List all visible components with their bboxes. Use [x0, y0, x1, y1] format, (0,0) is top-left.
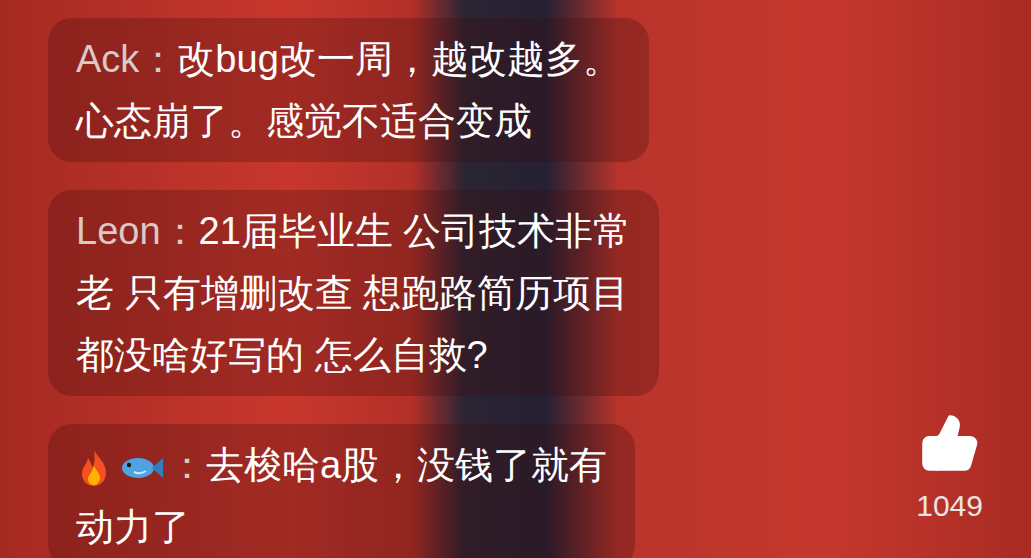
comment-bubble: ：去梭哈a股，没钱了就有动力了 — [48, 424, 635, 558]
fire-icon — [76, 448, 112, 488]
comment-text: 心态崩了。感觉不适合变成 — [76, 100, 532, 142]
fish-icon — [118, 452, 164, 484]
comment-text: 去梭哈a股，没钱了就有 — [206, 444, 607, 486]
live-stream-screen: Ack：改bug改一周，越改越多。心态崩了。感觉不适合变成 Leon：21届毕业生… — [0, 0, 1031, 558]
comment-bubble: Leon：21届毕业生 公司技术非常老 只有增删改查 想跑路简历项目都没啥好写的… — [48, 190, 659, 396]
comment-line: 动力了 — [76, 496, 607, 558]
comment-text: 动力了 — [76, 506, 190, 548]
comment-line: Leon：21届毕业生 公司技术非常 — [76, 200, 631, 262]
comment-line: ：去梭哈a股，没钱了就有 — [76, 434, 607, 496]
comment-line: Ack：改bug改一周，越改越多。 — [76, 28, 621, 90]
comment-line: 都没啥好写的 怎么自救? — [76, 324, 631, 386]
comment-bubble: Ack：改bug改一周，越改越多。心态崩了。感觉不适合变成 — [48, 18, 649, 162]
like-count: 1049 — [916, 486, 983, 526]
comment-list: Ack：改bug改一周，越改越多。心态崩了。感觉不适合变成 Leon：21届毕业生… — [0, 0, 1031, 558]
comment-text: 老 只有增删改查 想跑路简历项目 — [76, 272, 629, 314]
comment-author: Leon： — [76, 210, 199, 252]
thumbs-up-icon[interactable] — [919, 412, 981, 474]
comment-author: ： — [76, 444, 206, 486]
comment-line: 老 只有增删改查 想跑路简历项目 — [76, 262, 631, 324]
comment-text: 都没啥好写的 怎么自救? — [76, 334, 488, 376]
comment-text: 21届毕业生 公司技术非常 — [199, 210, 632, 252]
comment-author: Ack： — [76, 38, 177, 80]
comment-text: 改bug改一周，越改越多。 — [177, 38, 620, 80]
comment-line: 心态崩了。感觉不适合变成 — [76, 90, 621, 152]
like-panel: 1049 — [916, 412, 983, 526]
